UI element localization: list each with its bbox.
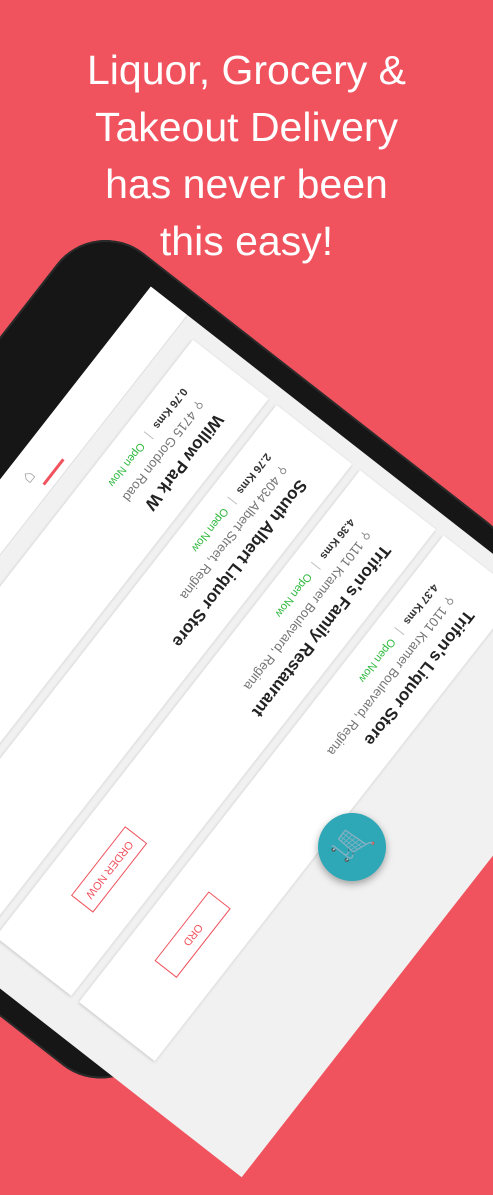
order-now-button[interactable]: ORDER NOW bbox=[70, 826, 148, 913]
app-screen: ⌂ Willow Park W ⚲4715 Gordon Road 0.76 K… bbox=[0, 286, 493, 1178]
headline-line: has never been bbox=[105, 161, 388, 207]
phone-device: ⌂ Willow Park W ⚲4715 Gordon Road 0.76 K… bbox=[0, 215, 493, 1178]
map-pin-icon: ⚲ bbox=[357, 528, 373, 543]
meta-divider bbox=[394, 627, 405, 636]
map-pin-icon: ⚲ bbox=[274, 463, 289, 477]
active-tab-indicator bbox=[42, 458, 65, 486]
meta-divider bbox=[143, 431, 154, 440]
map-pin-icon: ⚲ bbox=[441, 593, 456, 608]
map-pin-icon: ⚲ bbox=[190, 397, 206, 412]
store-icon[interactable]: ⌂ bbox=[12, 460, 44, 492]
meta-divider bbox=[310, 561, 321, 571]
order-now-button[interactable]: ORD bbox=[154, 891, 231, 978]
cart-button[interactable]: 🛒 bbox=[318, 813, 386, 881]
promo-headline: Liquor, Grocery & Takeout Delivery has n… bbox=[0, 42, 493, 270]
headline-line: Takeout Delivery bbox=[94, 104, 399, 150]
meta-divider bbox=[226, 496, 238, 505]
headline-line: Liquor, Grocery & bbox=[86, 47, 407, 93]
